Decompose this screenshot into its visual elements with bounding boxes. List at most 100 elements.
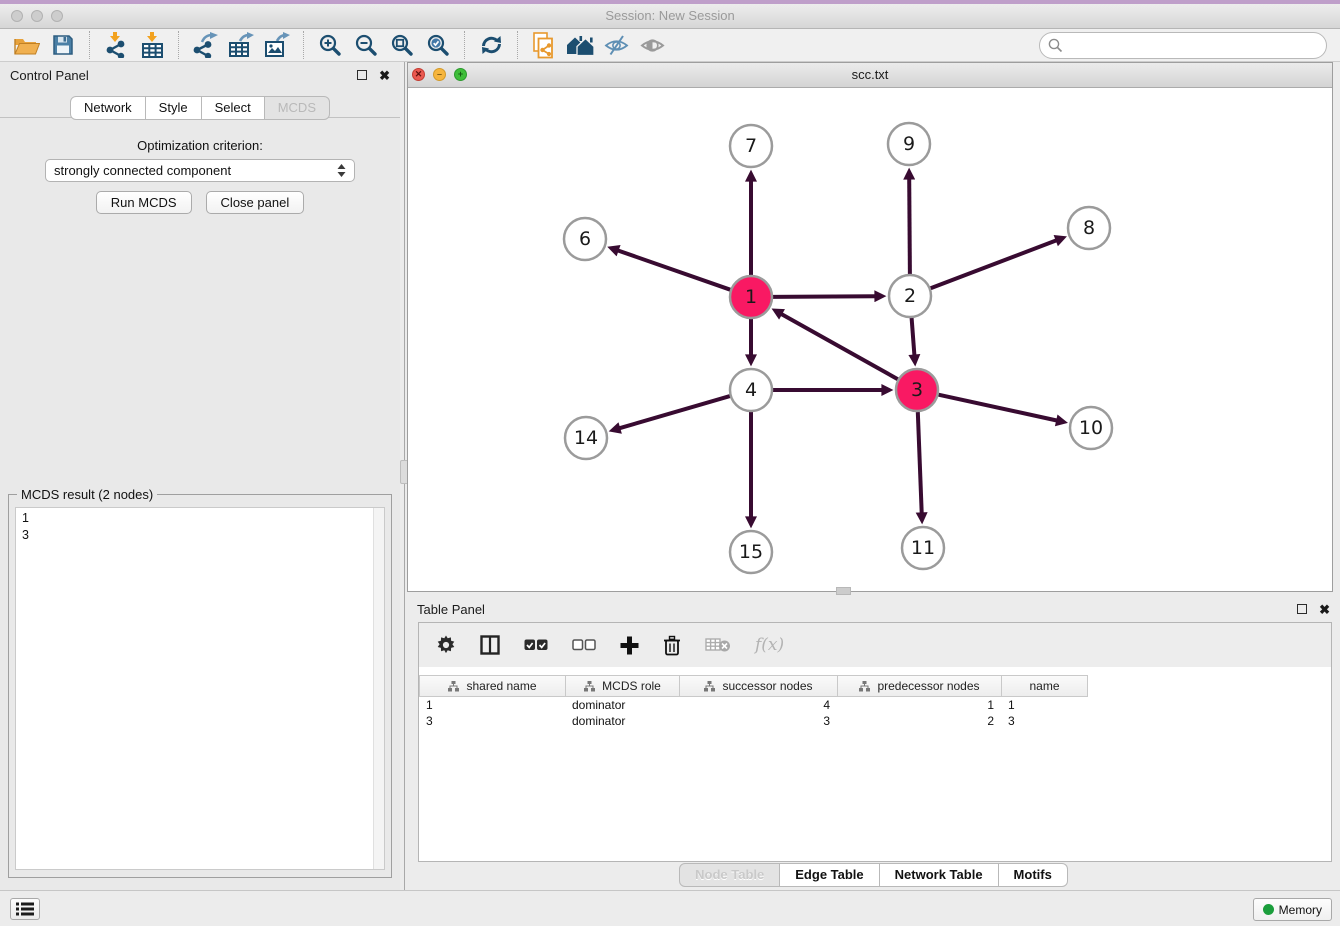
tab-node-table[interactable]: Node Table [679, 863, 780, 887]
search-input[interactable] [1068, 35, 1326, 55]
column-header-name[interactable]: name [1002, 676, 1088, 696]
column-header-predecessor-nodes[interactable]: predecessor nodes [838, 676, 1002, 696]
import-network-button[interactable] [98, 30, 134, 60]
toolbar-separator [517, 31, 518, 59]
run-mcds-button[interactable]: Run MCDS [96, 191, 192, 214]
network-graph[interactable]: 7968124314101511 [408, 88, 1334, 592]
tab-style[interactable]: Style [146, 96, 202, 120]
table-container: f(x) shared name MCDS role successor nodes… [418, 622, 1332, 862]
float-table-panel-icon[interactable] [1297, 604, 1307, 614]
import-network-icon [104, 32, 128, 58]
close-panel-button[interactable]: Close panel [206, 191, 305, 214]
edge-2-8[interactable] [931, 240, 1057, 288]
node-label-3: 3 [911, 379, 923, 401]
column-type-icon [704, 681, 715, 692]
table-panel-title: Table Panel [417, 602, 485, 617]
search-field[interactable] [1039, 32, 1327, 59]
optimization-criterion-label: Optimization criterion: [0, 138, 400, 153]
select-stepper-icon [337, 164, 346, 177]
control-panel-title: Control Panel [10, 68, 89, 83]
edge-3-1[interactable] [782, 314, 898, 379]
horizontal-splitter-handle[interactable] [836, 587, 851, 595]
add-row-button[interactable] [620, 636, 639, 655]
export-network-icon [192, 32, 218, 58]
node-label-4: 4 [745, 379, 757, 401]
network-frame-titlebar[interactable]: ✕ – + scc.txt [408, 63, 1332, 88]
zoom-in-button[interactable] [312, 30, 348, 60]
show-graphics-button[interactable] [634, 30, 670, 60]
hide-graphics-button[interactable] [598, 30, 634, 60]
node-label-2: 2 [904, 285, 916, 307]
task-history-button[interactable] [10, 898, 40, 920]
edge-1-6[interactable] [618, 251, 730, 290]
column-header-successor-nodes[interactable]: successor nodes [680, 676, 838, 696]
result-scrollbar[interactable] [373, 508, 384, 869]
zoom-fit-icon [390, 33, 415, 58]
refresh-icon [479, 33, 504, 57]
node-label-15: 15 [739, 541, 763, 563]
select-all-button[interactable] [524, 638, 548, 652]
tab-network-table[interactable]: Network Table [880, 863, 999, 887]
list-icon [16, 902, 34, 916]
column-header-shared-name[interactable]: shared name [420, 676, 566, 696]
tab-select[interactable]: Select [202, 96, 265, 120]
edge-1-2[interactable] [773, 296, 875, 297]
refresh-view-button[interactable] [473, 30, 509, 60]
mcds-result-area[interactable]: 1 3 [15, 507, 385, 870]
toolbar-separator [464, 31, 465, 59]
edge-3-10[interactable] [939, 395, 1057, 421]
table-row[interactable]: 3dominator323 [419, 713, 1331, 729]
open-session-button[interactable] [9, 30, 45, 60]
network-canvas[interactable]: 7968124314101511 [408, 88, 1332, 591]
unselect-all-button[interactable] [572, 638, 596, 652]
zoom-selected-button[interactable] [420, 30, 456, 60]
tab-motifs[interactable]: Motifs [999, 863, 1068, 887]
column-type-icon [448, 681, 459, 692]
table-cell: dominator [565, 697, 679, 713]
export-network-button[interactable] [187, 30, 223, 60]
close-panel-icon[interactable]: ✖ [379, 69, 390, 82]
edge-4-14[interactable] [620, 396, 730, 428]
search-icon [1048, 38, 1063, 53]
export-table-button[interactable] [223, 30, 259, 60]
clone-network-button[interactable] [526, 30, 562, 60]
export-image-button[interactable] [259, 30, 295, 60]
export-image-icon [264, 32, 290, 58]
table-row[interactable]: 1dominator411 [419, 697, 1331, 713]
delete-row-button[interactable] [663, 635, 681, 656]
float-panel-icon[interactable] [357, 70, 367, 80]
home-button[interactable] [562, 30, 598, 60]
table-cell: 3 [1001, 713, 1087, 729]
control-panel: Control Panel ✖ NetworkStyleSelectMCDS O… [0, 62, 400, 890]
delete-table-button[interactable] [705, 637, 731, 653]
tab-mcds[interactable]: MCDS [265, 96, 330, 120]
column-type-icon [584, 681, 595, 692]
edge-3-11[interactable] [918, 412, 922, 513]
zoom-fit-button[interactable] [384, 30, 420, 60]
column-label-predecessor-nodes: predecessor nodes [877, 679, 979, 693]
memory-button[interactable]: Memory [1253, 898, 1332, 921]
edge-2-3[interactable] [912, 318, 915, 355]
control-panel-tabs: NetworkStyleSelectMCDS [0, 96, 400, 120]
column-label-successor-nodes: successor nodes [722, 679, 812, 693]
tab-edge-table[interactable]: Edge Table [780, 863, 879, 887]
table-settings-button[interactable] [436, 635, 456, 655]
zoom-out-button[interactable] [348, 30, 384, 60]
optimization-criterion-select[interactable]: strongly connected component [45, 159, 355, 182]
column-type-icon [859, 681, 870, 692]
table-cell: dominator [565, 713, 679, 729]
tab-network[interactable]: Network [70, 96, 146, 120]
gear-icon [436, 635, 456, 655]
column-label-name: name [1029, 679, 1059, 693]
optimization-criterion-value: strongly connected component [54, 163, 231, 178]
column-label-shared-name: shared name [466, 679, 536, 693]
node-label-1: 1 [745, 286, 757, 308]
import-table-button[interactable] [134, 30, 170, 60]
save-session-button[interactable] [45, 30, 81, 60]
export-table-icon [228, 32, 254, 58]
function-builder-button[interactable]: f(x) [755, 635, 784, 655]
column-header-mcds-role[interactable]: MCDS role [566, 676, 680, 696]
edge-2-9[interactable] [909, 179, 910, 274]
close-table-panel-icon[interactable]: ✖ [1319, 603, 1330, 616]
show-columns-button[interactable] [480, 635, 500, 655]
